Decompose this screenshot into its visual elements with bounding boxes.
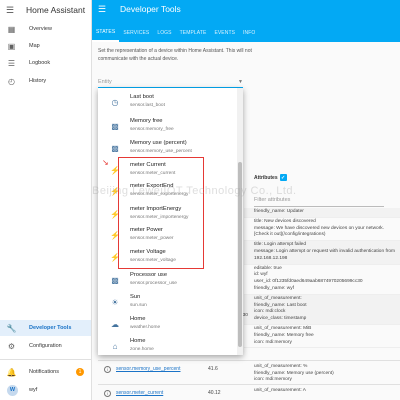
notification-count-badge: 1 <box>76 368 84 376</box>
sun-icon: ☀ <box>111 297 119 307</box>
attributes-label: Attributes <box>254 174 278 181</box>
entity-name: Memory free <box>130 118 163 124</box>
tab-template[interactable]: TEMPLATE <box>176 24 211 42</box>
dashboard-icon: ▦ <box>7 24 16 34</box>
sidebar-item-overview[interactable]: ▦ Overview <box>0 21 91 37</box>
info-icon[interactable]: i <box>104 390 111 397</box>
entity-name: Last boot <box>130 94 154 100</box>
dropdown-item[interactable]: ▩ Memory free sensor.memory_free <box>98 114 237 138</box>
sidebar-header: ☰ Home Assistant <box>0 0 91 20</box>
logbook-icon: ☰ <box>7 58 16 68</box>
avatar: W <box>7 384 18 396</box>
info-icon[interactable]: i <box>104 366 111 373</box>
dropdown-item[interactable]: ⌂ Home zone.home <box>98 334 237 355</box>
sidebar-item-label: Configuration <box>29 343 62 349</box>
entity-state: 41.6 <box>208 366 218 372</box>
attribute-row: friendly_name: Updater <box>244 208 400 218</box>
sidebar-item-user[interactable]: W wyf <box>0 382 91 398</box>
tab-bar: STATES SERVICES LOGS TEMPLATE EVENTS INF… <box>92 24 259 42</box>
entity-link[interactable]: sensor.meter_current <box>116 390 163 396</box>
entity-name: Sun <box>130 294 141 300</box>
sidebar: ☰ Home Assistant ▦ Overview ▣ Map ☰ Logb… <box>0 0 92 400</box>
sidebar-item-configuration[interactable]: ⚙ Configuration <box>0 338 91 354</box>
app-title: Home Assistant <box>26 5 86 15</box>
sidebar-item-label: Notifications <box>29 369 59 375</box>
entity-attributes: unit_of_measurement: A <box>254 388 306 393</box>
attribute-row: title: Login attempt failed message: Logi… <box>244 241 400 265</box>
entity-placeholder: Entity <box>98 78 112 85</box>
watermark: Beijing LeweiIOT Technology Co., Ltd. <box>92 185 297 197</box>
sidebar-item-history[interactable]: ◴ History <box>0 73 91 89</box>
user-name: wyf <box>29 387 38 393</box>
attribute-row: unit_of_measurement: MiB friendly_name: M… <box>244 325 400 349</box>
sidebar-item-label: Overview <box>29 26 52 32</box>
entity-id: sun.sun <box>130 303 147 308</box>
tab-info[interactable]: INFO <box>239 24 259 42</box>
entity-id: sensor.memory_free <box>130 127 174 132</box>
attributes-checkbox[interactable]: ✓ <box>279 174 287 181</box>
sidebar-item-label: History <box>29 78 47 84</box>
entity-id: sensor.last_boot <box>130 103 165 108</box>
page-title: Developer Tools <box>120 4 181 14</box>
highlight-box <box>118 157 204 269</box>
bell-icon: 🔔 <box>6 367 17 377</box>
sidebar-item-map[interactable]: ▣ Map <box>0 38 91 54</box>
attribute-row: editable: true id: wyf user_id: 0f1235fd0a… <box>244 265 400 295</box>
app-window: ☰ Home Assistant ▦ Overview ▣ Map ☰ Logb… <box>0 0 400 400</box>
chevron-down-icon[interactable]: ▼ <box>238 79 243 85</box>
history-icon: ◴ <box>8 76 15 86</box>
attributes-header: Attributes ✓ <box>254 174 287 181</box>
entity-id: sensor.memory_use_percent <box>130 149 192 154</box>
entity-id: sensor.processor_use <box>130 281 177 286</box>
entity-name: Processor use <box>130 272 168 278</box>
tab-states[interactable]: STATES <box>92 24 120 42</box>
entity-name: Home <box>130 316 146 322</box>
entity-attributes: unit_of_measurement: % friendly_name: Me… <box>254 364 334 382</box>
hamburger-icon[interactable]: ☰ <box>98 4 106 15</box>
entity-id: weather.home <box>130 325 161 330</box>
memory-icon: ▩ <box>111 121 119 131</box>
account-box-icon: ▣ <box>7 41 16 51</box>
entity-name: Memory use (percent) <box>130 140 187 146</box>
tab-logs[interactable]: LOGS <box>153 24 175 42</box>
cloud-icon: ☁ <box>111 319 119 329</box>
entity-name: Home <box>130 338 146 344</box>
dropdown-item[interactable]: ◷ Last boot sensor.last_boot <box>98 90 237 114</box>
attribute-row: title: New devices discovered message: We… <box>244 218 400 242</box>
cpu-icon: ▩ <box>111 275 119 285</box>
tab-services[interactable]: SERVICES <box>119 24 153 42</box>
entity-id: zone.home <box>130 347 154 352</box>
attribute-row: unit_of_measurement: friendly_name: Last … <box>244 294 400 325</box>
tab-events[interactable]: EVENTS <box>210 24 239 42</box>
arrow-icon: ↘ <box>102 158 109 167</box>
memory-icon: ▩ <box>111 143 119 153</box>
sidebar-item-logbook[interactable]: ☰ Logbook <box>0 55 91 71</box>
home-icon: ⌂ <box>112 341 118 351</box>
wrench-icon: 🔧 <box>6 323 17 333</box>
sidebar-item-label: Developer Tools <box>29 325 72 331</box>
dropdown-item[interactable]: ▩ Processor use sensor.processor_use <box>98 268 237 292</box>
dropdown-item[interactable]: ☁ Home weather.home <box>98 312 237 336</box>
entity-input[interactable]: Entity ▼ <box>98 76 243 88</box>
dropdown-item[interactable]: ☀ Sun sun.sun <box>98 290 237 314</box>
attributes-list: friendly_name: Updater title: New device… <box>244 208 400 349</box>
entity-link[interactable]: sensor.memory_use_percent <box>116 366 180 372</box>
states-description: Set the representation of a device withi… <box>98 48 252 62</box>
sidebar-item-label: Logbook <box>29 60 51 66</box>
menu-icon[interactable]: ☰ <box>6 5 18 16</box>
dropdown-scrollbar[interactable] <box>237 88 243 355</box>
sidebar-divider <box>0 359 91 360</box>
table-row: i sensor.meter_current 40.12 unit_of_mea… <box>98 384 400 400</box>
top-app-bar: ☰ Developer Tools STATES SERVICES LOGS T… <box>92 0 400 42</box>
clock-icon: ◷ <box>111 97 119 107</box>
gear-icon: ⚙ <box>7 341 16 351</box>
sidebar-item-developer-tools[interactable]: 🔧 Developer Tools <box>0 320 91 336</box>
sidebar-item-label: Map <box>29 43 40 49</box>
entity-state: 40.12 <box>208 390 221 396</box>
table-row: i sensor.memory_use_percent 41.6 unit_of… <box>98 360 400 382</box>
